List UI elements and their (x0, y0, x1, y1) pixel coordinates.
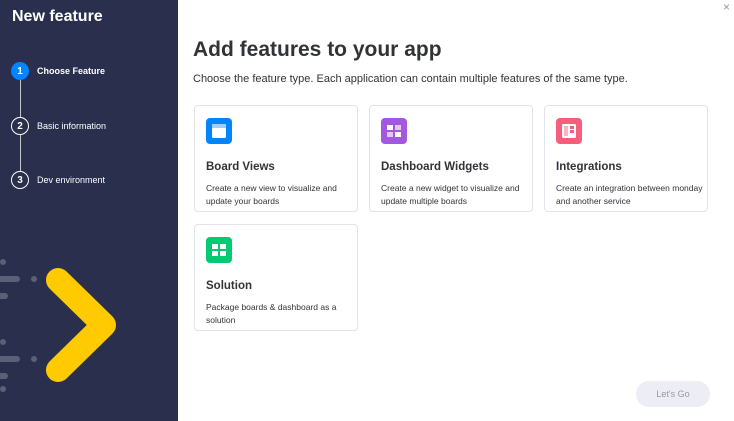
step-number: 2 (11, 117, 29, 135)
step-label: Dev environment (37, 175, 106, 185)
step-dev-environment[interactable]: 3 Dev environment (11, 171, 105, 189)
feature-card-integrations[interactable]: Integrations Create an integration betwe… (544, 105, 708, 212)
card-description: Package boards & dashboard as a solution (206, 302, 337, 325)
integration-icon (556, 118, 582, 144)
board-view-icon (206, 118, 232, 144)
card-description: Create an integration between monday and… (556, 183, 703, 206)
step-basic-information[interactable]: 2 Basic information (11, 117, 106, 135)
lets-go-button[interactable]: Let's Go (636, 381, 710, 407)
main-panel: × Add features to your app Choose the fe… (178, 0, 734, 421)
page-title: Add features to your app (193, 38, 442, 61)
feature-card-solution[interactable]: Solution Package boards & dashboard as a… (194, 224, 358, 331)
step-connector (20, 80, 21, 117)
step-number: 3 (11, 171, 29, 189)
step-label: Choose Feature (37, 66, 106, 76)
feature-card-dashboard-widgets[interactable]: Dashboard Widgets Create a new widget to… (369, 105, 533, 212)
solution-icon (206, 237, 232, 263)
card-title: Board Views (206, 161, 275, 173)
card-title: Integrations (556, 161, 622, 173)
step-label: Basic information (37, 121, 107, 131)
card-description: Create a new view to visualize and updat… (206, 183, 337, 206)
step-choose-feature[interactable]: 1 Choose Feature (11, 62, 105, 80)
feature-card-board-views[interactable]: Board Views Create a new view to visuali… (194, 105, 358, 212)
dashboard-widget-icon (381, 118, 407, 144)
card-title: Dashboard Widgets (381, 161, 489, 173)
step-number: 1 (11, 62, 29, 80)
card-description: Create a new widget to visualize and upd… (381, 183, 520, 206)
page-subtitle: Choose the feature type. Each applicatio… (193, 73, 628, 85)
card-title: Solution (206, 280, 252, 292)
sidebar-title: New feature (12, 8, 103, 25)
sidebar: New feature 1 Choose Feature 2 Basic inf… (0, 0, 178, 421)
close-icon[interactable]: × (723, 0, 730, 14)
step-connector (20, 135, 21, 171)
